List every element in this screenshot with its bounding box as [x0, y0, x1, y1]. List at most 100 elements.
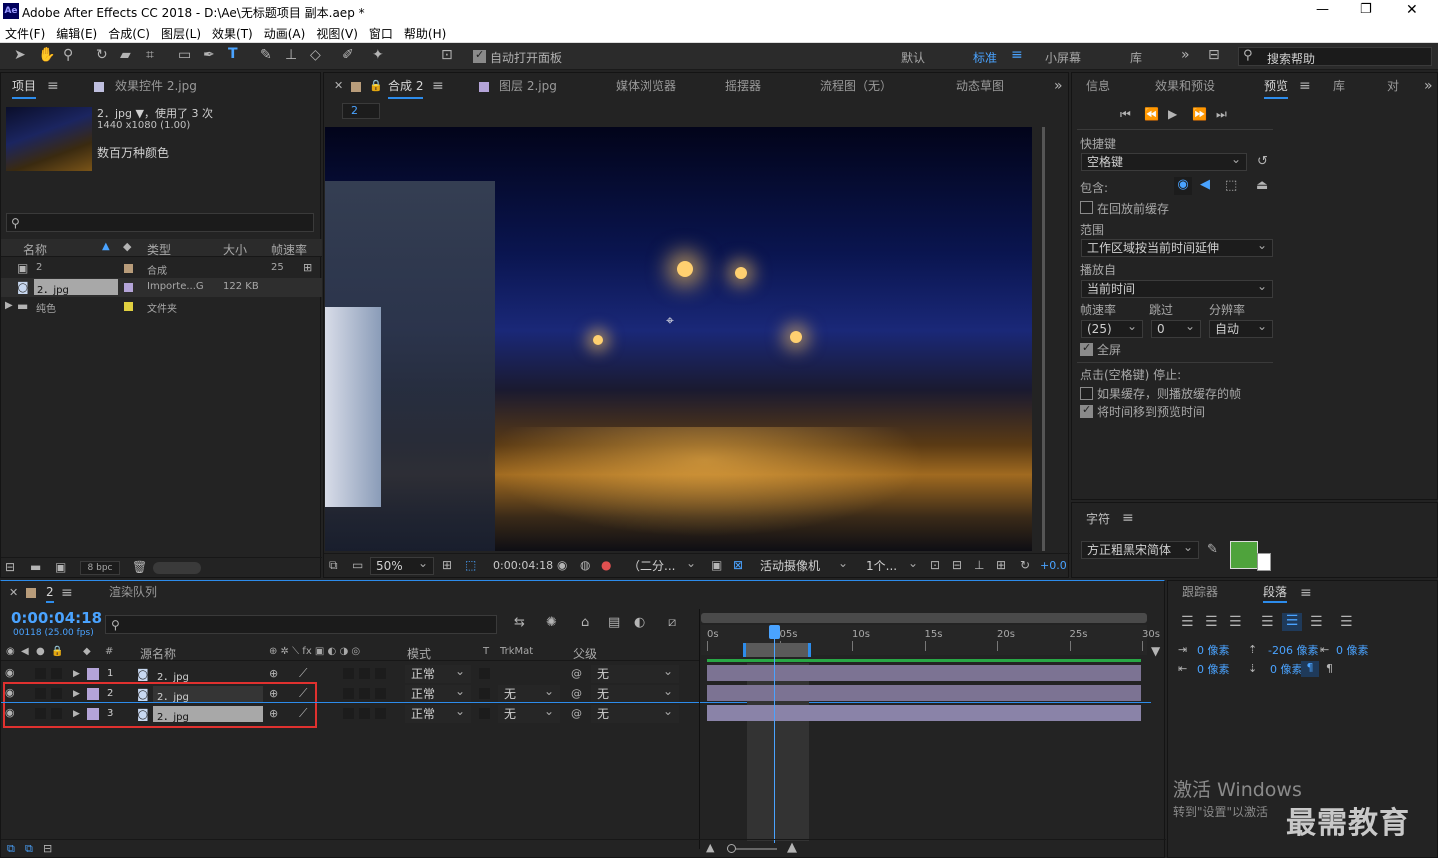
bpc-button[interactable]: 8 bpc [80, 561, 120, 575]
switch-box[interactable] [359, 708, 370, 719]
zoom-tool-icon[interactable]: ⚲ [63, 47, 73, 63]
panel-menu-icon[interactable]: ≡ [1122, 510, 1134, 526]
indent-right-value[interactable]: 0 像素 [1336, 642, 1369, 658]
new-folder-icon[interactable]: ▬ [30, 559, 41, 575]
header-fps[interactable]: 帧速率 [271, 241, 307, 258]
hand-tool-icon[interactable]: ✋ [38, 47, 55, 63]
more-tabs-icon[interactable]: » [1054, 78, 1063, 94]
views-select[interactable]: 1个... [860, 555, 924, 575]
workspace-standard[interactable]: 标准 [973, 49, 997, 66]
maximize-button[interactable]: ❐ [1360, 2, 1372, 17]
workspace-menu-icon[interactable]: ≡ [1011, 47, 1023, 63]
tab-layer[interactable]: 图层 2.jpg [499, 73, 557, 99]
viewer-scrollbar[interactable] [1042, 127, 1045, 551]
switch-box[interactable] [359, 688, 370, 699]
mode-select[interactable]: 正常 [405, 703, 471, 723]
layer-bar-1[interactable] [707, 665, 1141, 681]
monitor-icon[interactable]: ▭ [352, 557, 363, 573]
menu-item-3[interactable]: 图层(L) [161, 25, 201, 42]
zoom-select[interactable]: 50% [370, 555, 434, 575]
include-overlay-icon[interactable]: ⬚ [1225, 178, 1237, 194]
viewer-timecode[interactable]: 0:00:04:18 [493, 559, 553, 572]
space-after-value[interactable]: 0 像素 [1270, 661, 1303, 677]
switch-box[interactable] [375, 668, 386, 679]
expand-arrow-icon[interactable]: ▶ [73, 666, 80, 682]
workspace-switch-icon[interactable]: ⊟ [1208, 47, 1220, 63]
lock-box[interactable] [51, 668, 62, 679]
pen-tool-icon[interactable]: ✒ [203, 47, 215, 63]
panel-menu-icon[interactable]: ≡ [1299, 78, 1311, 94]
menu-item-7[interactable]: 窗口 [369, 25, 393, 42]
collapse-switch-icon[interactable]: ⊕ [269, 666, 278, 682]
skip-select[interactable]: 0 [1151, 318, 1201, 338]
tab-effect-controls[interactable]: 效果控件 2.jpg [115, 73, 197, 99]
range-select[interactable]: 工作区域按当前时间延伸 [1081, 237, 1273, 257]
expand-arrow-icon[interactable]: ▶ [5, 298, 13, 314]
fast-preview-icon[interactable]: ▣ [711, 557, 722, 573]
tab-info[interactable]: 信息 [1086, 73, 1110, 99]
camera-tool-icon[interactable]: ▰ [120, 47, 131, 63]
timeline-search-input[interactable]: ⚲ [105, 615, 497, 634]
align-center-icon[interactable]: ☰ [1205, 614, 1218, 630]
play-from-select[interactable]: 当前时间 [1081, 278, 1273, 298]
resolution-select[interactable]: （二分... [622, 555, 702, 575]
tab-composition[interactable]: 合成 2 [388, 73, 424, 99]
preserve-transparency-box[interactable] [479, 668, 490, 679]
rotate-tool-icon[interactable]: ↻ [96, 47, 108, 63]
play-icon[interactable]: ▶ [1168, 106, 1177, 122]
rtl-direction-icon[interactable]: ¶ [1326, 661, 1333, 677]
close-button[interactable]: ✕ [1406, 2, 1418, 18]
local-axis-icon[interactable]: ⊡ [441, 47, 453, 63]
snapshot-icon[interactable]: ◉ [557, 557, 567, 573]
network-icon[interactable]: ⊞ [996, 557, 1006, 573]
rectangle-tool-icon[interactable]: ▭ [178, 47, 191, 63]
project-search-input[interactable]: ⚲ [6, 213, 314, 232]
transparency-grid-icon[interactable]: ⊠ [733, 557, 743, 573]
preserve-transparency-box[interactable] [479, 708, 490, 719]
justify-left-icon[interactable]: ☰ [1261, 614, 1274, 630]
indent-left-value[interactable]: 0 像素 [1197, 642, 1230, 658]
project-row-comp[interactable]: ▣ 2 合成 25 ⊞ [1, 259, 322, 278]
frame-blending-icon[interactable]: ▤ [608, 615, 620, 631]
menu-item-8[interactable]: 帮助(H) [404, 25, 446, 42]
workspace-library[interactable]: 库 [1130, 49, 1142, 66]
switch-box[interactable] [375, 708, 386, 719]
include-audio-icon[interactable]: ◀ [1196, 177, 1214, 195]
comp-mini-flowchart-icon[interactable]: ⇆ [514, 615, 525, 631]
first-frame-icon[interactable]: ⏮ [1120, 106, 1131, 122]
align-right-icon[interactable]: ☰ [1229, 614, 1242, 630]
trash-icon[interactable]: 🗑 [132, 559, 147, 575]
project-row-image[interactable]: ◙ 2．jpg Importe...G 122 KB [1, 278, 322, 297]
flowchart-icon[interactable]: ⊞ [303, 260, 312, 276]
clone-stamp-tool-icon[interactable]: ⊥ [285, 47, 297, 63]
eyedropper-icon[interactable]: ✎ [1207, 542, 1218, 558]
space-before-value[interactable]: -206 像素 [1268, 642, 1318, 658]
reset-icon[interactable]: ↺ [1257, 154, 1268, 170]
layer-switches-icon[interactable]: ⧉ [7, 841, 15, 857]
parent-select[interactable]: 无 [591, 663, 679, 683]
header-size[interactable]: 大小 [223, 241, 247, 258]
tab-media-browser[interactable]: 媒体浏览器 [616, 73, 676, 99]
menu-item-5[interactable]: 动画(A) [264, 25, 306, 42]
show-snapshot-icon[interactable]: ◍ [580, 557, 590, 573]
tab-align[interactable]: 对 [1387, 73, 1399, 99]
tab-motion-sketch[interactable]: 动态草图 [956, 73, 1004, 99]
help-search-box[interactable]: ⚲ 搜索帮助 [1238, 47, 1432, 66]
mode-select[interactable]: 正常 [405, 683, 471, 703]
tab-flowchart[interactable]: 流程图（无） [820, 73, 892, 99]
more-tabs-icon[interactable]: » [1424, 78, 1433, 94]
layer-bar-3[interactable] [707, 705, 1141, 721]
reset-exposure-icon[interactable]: ⊟ [952, 557, 962, 573]
indent-first-value[interactable]: 0 像素 [1197, 661, 1230, 677]
switch-box[interactable] [343, 708, 354, 719]
project-row-folder[interactable]: ▶ ▬ 纯色 文件夹 [1, 297, 322, 316]
justify-right-icon[interactable]: ☰ [1310, 614, 1323, 630]
preserve-transparency-box[interactable] [479, 688, 490, 699]
eye-icon[interactable]: ◉ [5, 665, 15, 681]
tab-paragraph[interactable]: 段落 [1263, 581, 1288, 603]
interpret-footage-icon[interactable]: ⊟ [5, 559, 15, 575]
panel-menu-icon[interactable]: ≡ [61, 585, 73, 601]
camera-select[interactable]: 活动摄像机 [754, 555, 854, 575]
eraser-tool-icon[interactable]: ◇ [310, 47, 321, 63]
move-time-checkbox[interactable] [1080, 403, 1093, 418]
